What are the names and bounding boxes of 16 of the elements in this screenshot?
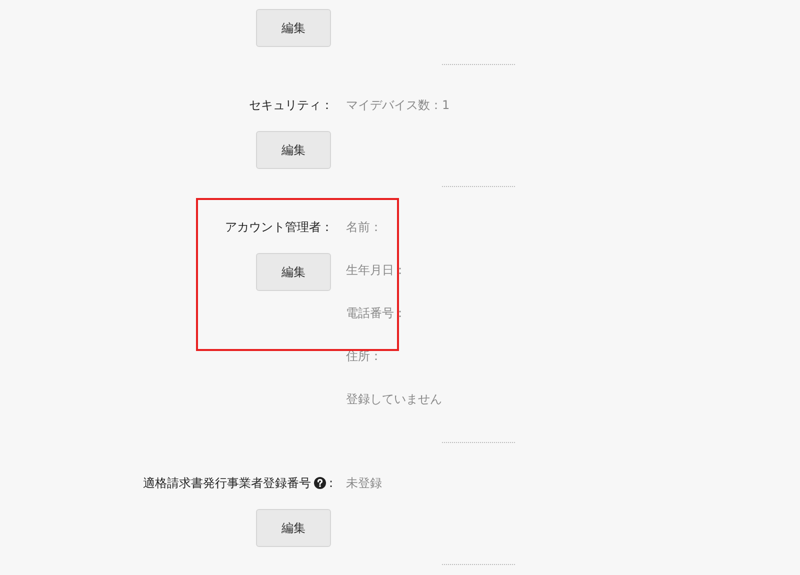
edit-button[interactable]: 編集 xyxy=(256,253,331,291)
field-value: 電話番号： xyxy=(346,305,407,322)
edit-button[interactable]: 編集 xyxy=(256,131,331,169)
help-icon[interactable] xyxy=(314,477,326,489)
field-label: アカウント管理者： xyxy=(225,219,333,236)
field-label: セキュリティ： xyxy=(249,97,333,114)
field-value: 未登録 xyxy=(346,475,382,492)
field-value: 生年月日： xyxy=(346,262,407,279)
field-value: 登録していません xyxy=(346,391,442,408)
field-label: 適格請求書発行事業者登録番号 xyxy=(142,475,311,492)
edit-button[interactable]: 編集 xyxy=(256,509,331,547)
field-value: マイデバイス数：1 xyxy=(346,97,450,114)
edit-button[interactable]: 編集 xyxy=(256,9,331,47)
colon: : xyxy=(328,475,333,492)
field-value: 住所： xyxy=(346,348,383,365)
field-value: 名前： xyxy=(346,219,383,236)
